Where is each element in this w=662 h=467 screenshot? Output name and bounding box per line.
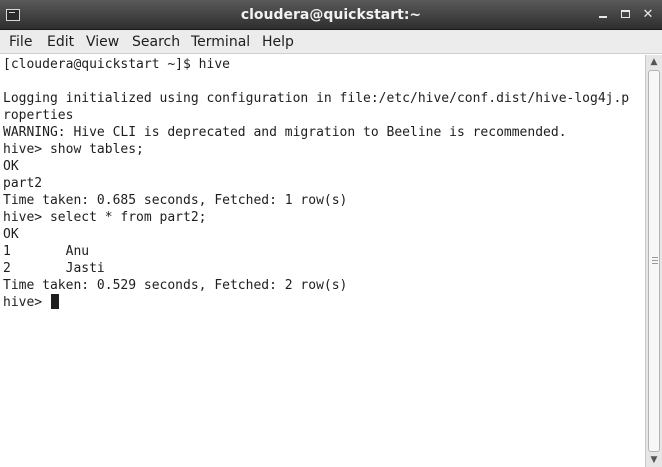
maximize-button[interactable] [617, 6, 633, 22]
window-title: cloudera@quickstart:~ [240, 7, 422, 23]
prompt-text: hive> [3, 295, 50, 310]
terminal-line: 2 Jasti [3, 261, 105, 276]
menu-help[interactable]: Help [262, 34, 294, 50]
terminal-line: Time taken: 0.529 seconds, Fetched: 2 ro… [3, 278, 348, 293]
menu-search[interactable]: Search [132, 34, 180, 50]
terminal-line: [cloudera@quickstart ~]$ hive [3, 57, 230, 72]
terminal-line: part2 [3, 176, 43, 191]
menu-bar: File Edit View Search Terminal Help [0, 30, 662, 54]
menu-view[interactable]: View [86, 34, 119, 50]
prompt-line[interactable]: hive> [3, 294, 59, 311]
terminal-line: OK [3, 227, 19, 242]
maximize-icon [620, 10, 630, 18]
terminal-line: OK [3, 159, 19, 174]
vertical-scrollbar[interactable]: ▲ ▼ [645, 55, 662, 467]
close-icon: ✕ [642, 7, 654, 22]
scroll-down-arrow-icon[interactable]: ▼ [646, 453, 662, 467]
text-cursor [50, 294, 59, 309]
terminal-line: roperties [3, 108, 74, 123]
terminal-line: 1 Anu [3, 244, 90, 259]
menu-file[interactable]: File [9, 34, 32, 50]
grip-icon [652, 257, 658, 264]
terminal-line: hive> show tables; [3, 142, 144, 157]
terminal-output[interactable]: [cloudera@quickstart ~]$ hive Logging in… [0, 55, 645, 467]
terminal-line: Time taken: 0.685 seconds, Fetched: 1 ro… [3, 193, 348, 208]
close-button[interactable]: ✕ [640, 6, 656, 22]
terminal-line: WARNING: Hive CLI is deprecated and migr… [3, 125, 567, 140]
minimize-icon [599, 16, 607, 18]
menu-terminal[interactable]: Terminal [191, 34, 250, 50]
terminal-line: Logging initialized using configuration … [3, 91, 630, 106]
scroll-up-arrow-icon[interactable]: ▲ [646, 55, 662, 69]
terminal-line: hive> select * from part2; [3, 210, 207, 225]
menu-edit[interactable]: Edit [47, 34, 74, 50]
scroll-thumb[interactable] [648, 70, 660, 452]
minimize-button[interactable] [595, 6, 611, 22]
title-bar[interactable]: cloudera@quickstart:~ ✕ [0, 0, 662, 30]
